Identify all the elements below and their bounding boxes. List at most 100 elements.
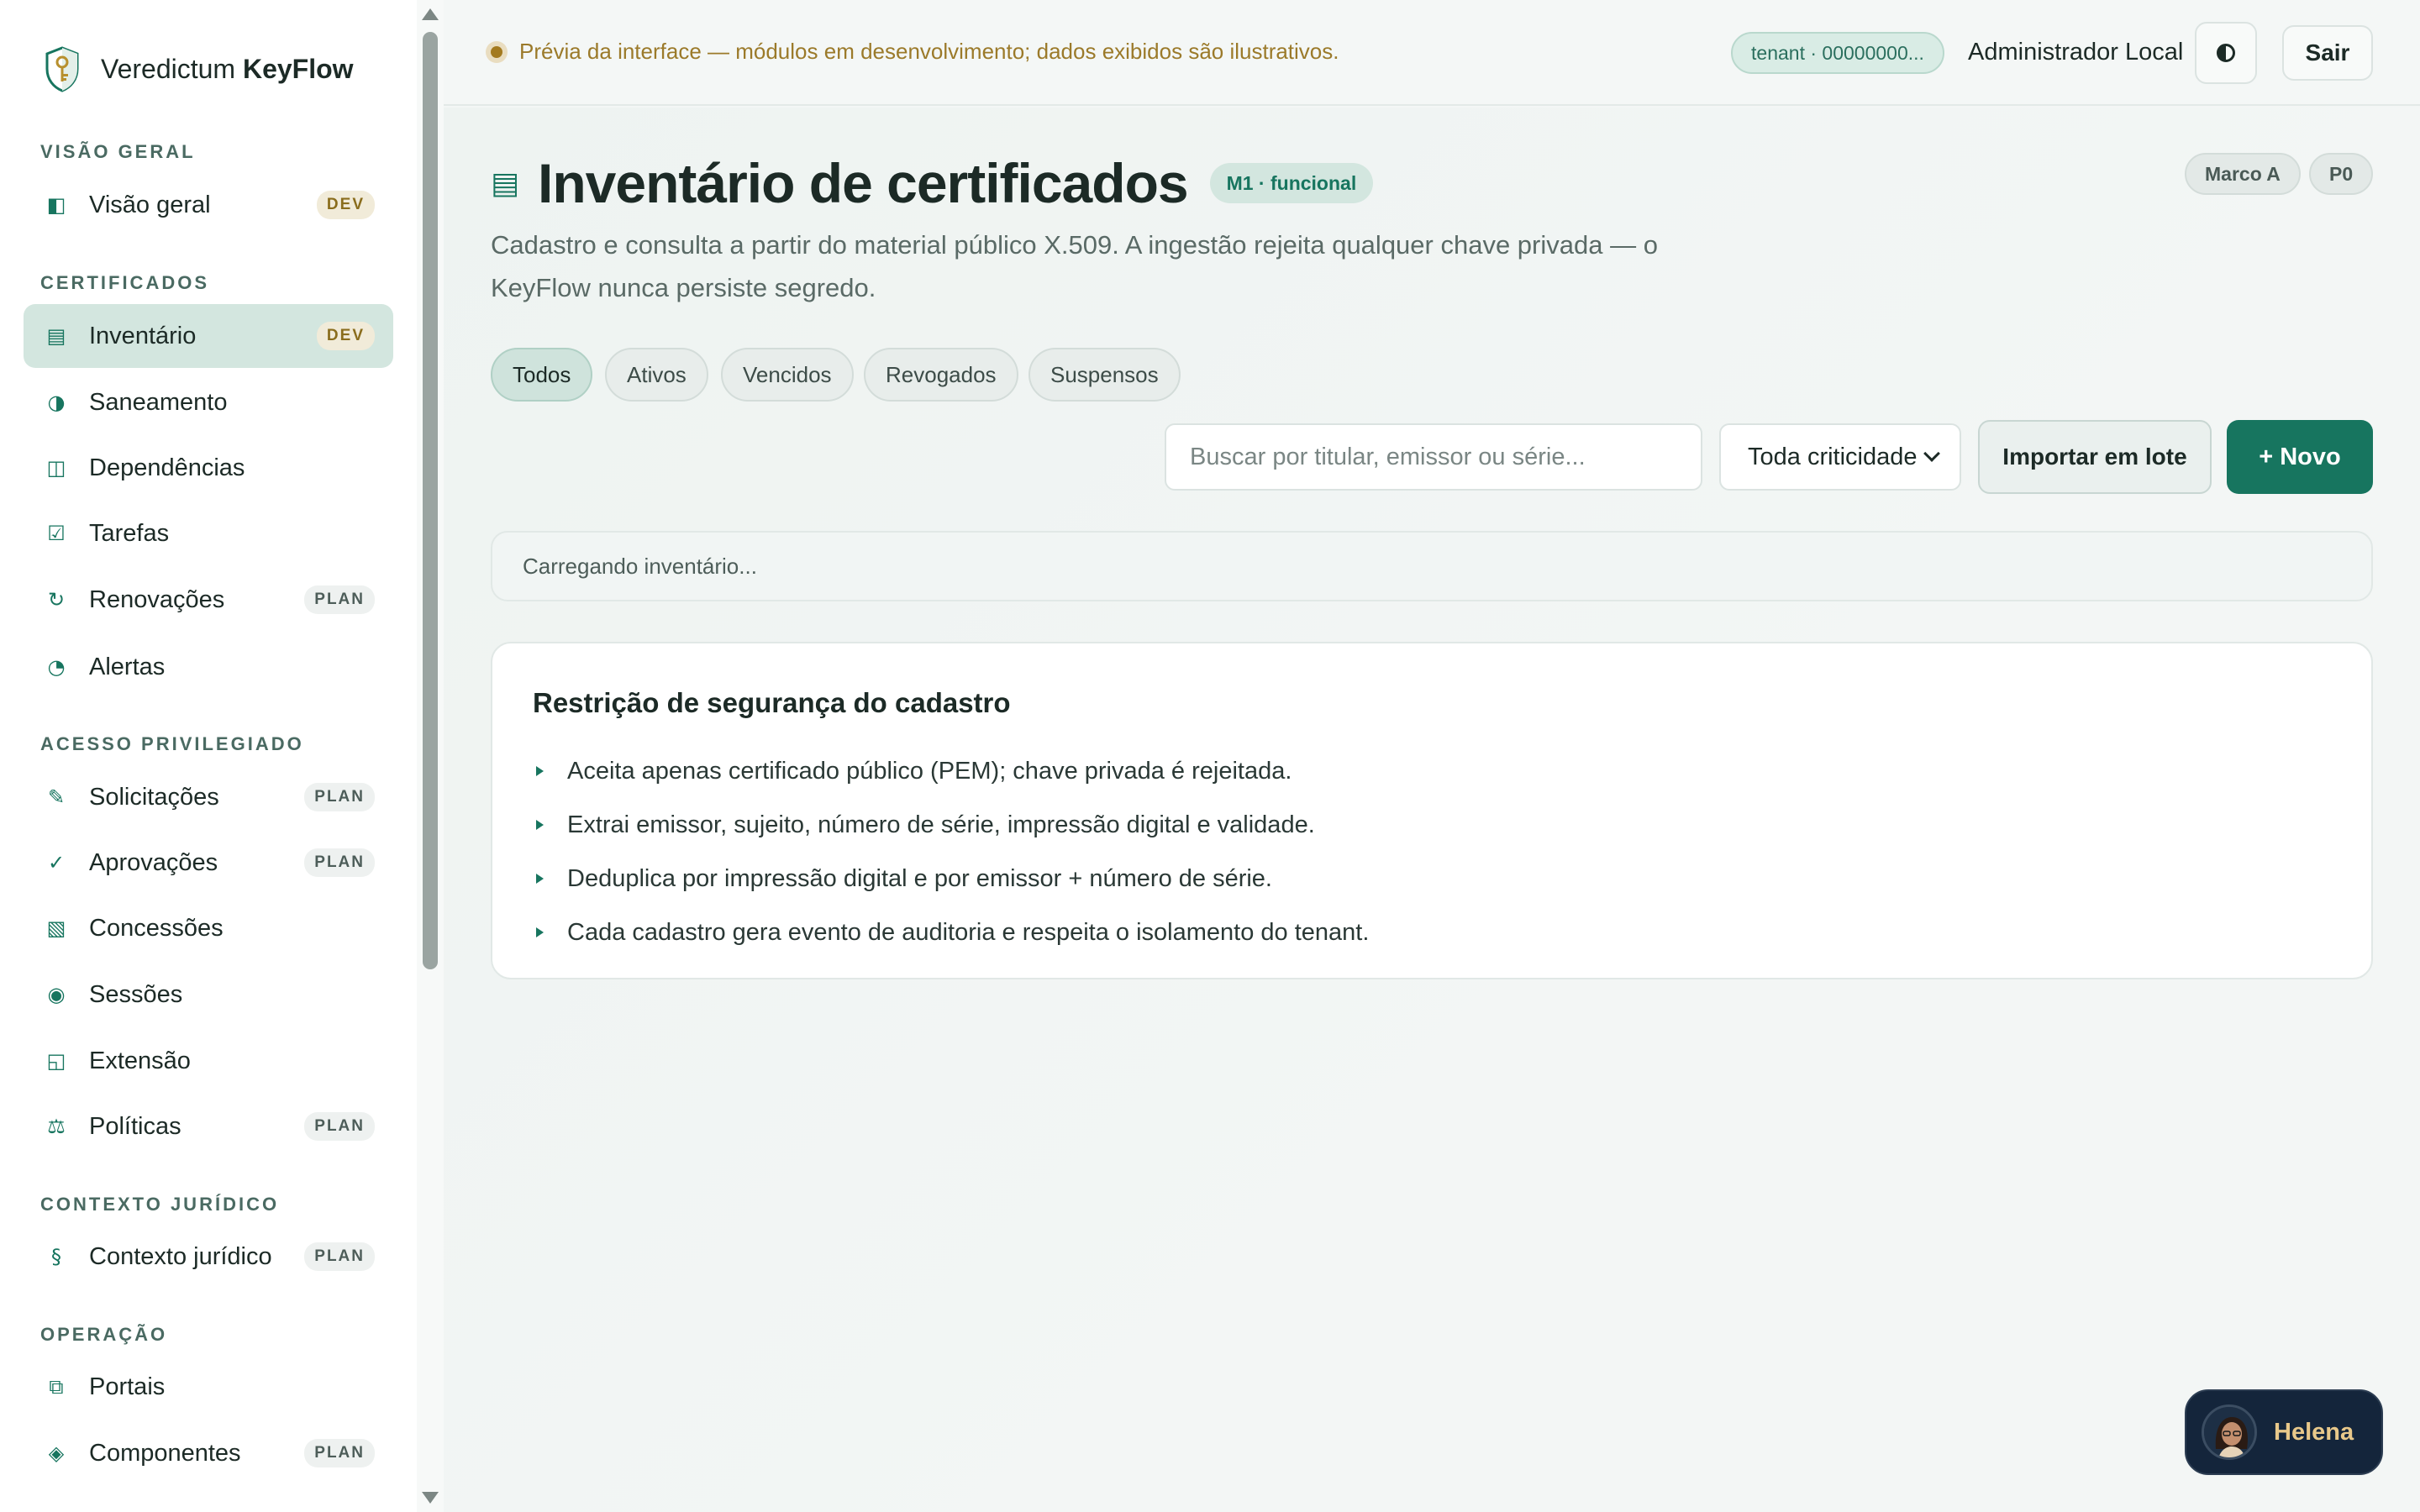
assistant-name: Helena — [2274, 1418, 2354, 1446]
scroll-up-arrow-icon[interactable] — [422, 8, 439, 20]
section-title-operation: OPERAÇÃO — [40, 1324, 168, 1345]
section-icon: § — [51, 1245, 61, 1268]
sidebar-item-label: Contexto jurídico — [89, 1242, 272, 1270]
filter-tab-active[interactable]: Ativos — [605, 348, 708, 402]
columns-icon: ◫ — [46, 456, 66, 480]
sidebar-item-label: Dependências — [89, 454, 245, 481]
sidebar-item-label: Visão geral — [89, 191, 211, 218]
plan-badge: PLAN — [304, 585, 375, 614]
plan-badge: PLAN — [304, 783, 375, 811]
contrast-icon — [2217, 44, 2235, 62]
sidebar-item-alerts[interactable]: ◔ Alertas — [24, 635, 393, 699]
sidebar-item-requests[interactable]: ✎ Solicitações PLAN — [24, 765, 393, 829]
sidebar-item-extension[interactable]: ◱ Extensão — [24, 1029, 393, 1093]
preview-notice-text: Prévia da interface — módulos em desenvo… — [519, 39, 1339, 64]
scrollbar-thumb[interactable] — [423, 32, 438, 969]
sidebar-item-label: Componentes — [89, 1439, 241, 1467]
theme-toggle-button[interactable] — [2195, 22, 2257, 84]
plan-badge: PLAN — [304, 1112, 375, 1141]
status-dot-icon — [486, 40, 508, 63]
sidebar-item-label: Alertas — [89, 653, 166, 680]
scroll-down-arrow-icon[interactable] — [422, 1492, 439, 1504]
list-item: Extrai emissor, sujeito, número de série… — [536, 798, 1369, 852]
tenant-badge[interactable]: tenant · 00000000... — [1731, 32, 1944, 74]
sidebar-item-inventory[interactable]: ▤ Inventário DEV — [24, 304, 393, 368]
section-title-legal-context: CONTEXTO JURÍDICO — [40, 1194, 280, 1215]
topbar: Prévia da interface — módulos em desenvo… — [444, 0, 2420, 106]
bullet-arrow-icon — [536, 927, 544, 937]
sidebar-item-renewals[interactable]: ↻ Renovações PLAN — [24, 568, 393, 632]
filter-tab-revoked[interactable]: Revogados — [864, 348, 1018, 402]
page-header: ▤ Inventário de certificados M1 · funcio… — [491, 151, 1374, 215]
restriction-list: Aceita apenas certificado público (PEM);… — [536, 744, 1369, 959]
sidebar-scrollbar[interactable] — [417, 0, 444, 1512]
filter-tab-all[interactable]: Todos — [491, 348, 593, 402]
list-item: Aceita apenas certificado público (PEM);… — [536, 744, 1369, 798]
section-title-overview: VISÃO GERAL — [40, 141, 196, 162]
preview-notice: Prévia da interface — módulos em desenvo… — [486, 39, 1339, 65]
shield-key-logo-icon — [45, 46, 79, 92]
bullet-arrow-icon — [536, 820, 544, 830]
half-circle-icon: ◑ — [47, 391, 66, 414]
record-icon: ◉ — [47, 983, 66, 1006]
filter-tab-suspended[interactable]: Suspensos — [1028, 348, 1181, 402]
new-certificate-button[interactable]: + Novo — [2227, 420, 2373, 494]
sidebar-item-label: Sessões — [89, 980, 183, 1008]
list-icon: ▤ — [46, 324, 66, 348]
scales-icon: ⚖ — [47, 1115, 66, 1138]
sidebar: Veredictum KeyFlow VISÃO GERAL ◧ Visão g… — [0, 0, 444, 1512]
chevron-down-icon — [1923, 445, 1940, 462]
filter-tab-expired[interactable]: Vencidos — [721, 348, 854, 402]
search-input[interactable] — [1165, 423, 1702, 491]
check-icon: ✓ — [47, 851, 66, 874]
sidebar-item-label: Tarefas — [89, 519, 170, 547]
plan-badge: PLAN — [304, 1242, 375, 1271]
avatar — [2202, 1404, 2257, 1460]
sidebar-item-remediation[interactable]: ◑ Saneamento — [24, 370, 393, 434]
sidebar-item-tasks[interactable]: ☑ Tarefas — [24, 501, 393, 565]
list-icon: ▤ — [491, 165, 520, 201]
sidebar-item-overview[interactable]: ◧ Visão geral DEV — [24, 173, 393, 237]
section-title-privileged-access: ACESSO PRIVILEGIADO — [40, 733, 304, 754]
list-item: Cada cadastro gera evento de auditoria e… — [536, 906, 1369, 959]
assistant-avatar-icon — [2204, 1407, 2254, 1457]
bullet-arrow-icon — [536, 874, 544, 884]
extension-icon: ◱ — [46, 1049, 66, 1073]
logout-button[interactable]: Sair — [2282, 25, 2373, 81]
sidebar-item-label: Renovações — [89, 585, 225, 613]
sidebar-item-label: Extensão — [89, 1047, 191, 1074]
sidebar-item-portals[interactable]: ⧉ Portais — [24, 1355, 393, 1419]
card-title: Restrição de segurança do cadastro — [533, 687, 1011, 718]
checkbox-icon: ☑ — [47, 522, 66, 545]
overview-icon: ◧ — [46, 193, 66, 217]
sidebar-item-label: Saneamento — [89, 388, 228, 416]
sidebar-item-policies[interactable]: ⚖ Políticas PLAN — [24, 1095, 393, 1158]
page-title: Inventário de certificados — [538, 152, 1189, 214]
dev-badge: DEV — [316, 322, 375, 350]
criticality-select[interactable]: Toda criticidade — [1719, 423, 1961, 491]
windows-icon: ⧉ — [49, 1375, 64, 1399]
sidebar-item-components[interactable]: ◈ Componentes PLAN — [24, 1421, 393, 1485]
sidebar-item-legal-context[interactable]: § Contexto jurídico PLAN — [24, 1225, 393, 1289]
sidebar-item-sessions[interactable]: ◉ Sessões — [24, 963, 393, 1026]
priority-chip: P0 — [2309, 153, 2374, 195]
plan-badge: PLAN — [304, 1439, 375, 1467]
page-subtitle: Cadastro e consulta a partir do material… — [491, 230, 1658, 302]
sidebar-item-approvals[interactable]: ✓ Aprovações PLAN — [24, 831, 393, 895]
sidebar-item-label: Concessões — [89, 914, 224, 942]
criticality-select-value: Toda criticidade — [1748, 443, 1918, 470]
assistant-launcher-button[interactable]: Helena — [2185, 1389, 2383, 1475]
diamond-icon: ◈ — [48, 1441, 65, 1465]
bulk-import-button[interactable]: Importar em lote — [1978, 420, 2212, 494]
dev-badge: DEV — [316, 191, 375, 219]
brand-name: Veredictum KeyFlow — [101, 53, 354, 84]
sidebar-item-grants[interactable]: ▧ Concessões — [24, 896, 393, 960]
sidebar-item-label: Portais — [89, 1373, 166, 1400]
status-badge: M1 · funcional — [1209, 163, 1374, 203]
sidebar-item-dependencies[interactable]: ◫ Dependências — [24, 436, 393, 500]
loading-status: Carregando inventário... — [491, 531, 2373, 601]
brand[interactable]: Veredictum KeyFlow — [44, 45, 354, 92]
refresh-icon: ↻ — [47, 588, 66, 612]
section-title-certificates: CERTIFICADOS — [40, 272, 209, 293]
pen-icon: ✎ — [47, 785, 66, 809]
